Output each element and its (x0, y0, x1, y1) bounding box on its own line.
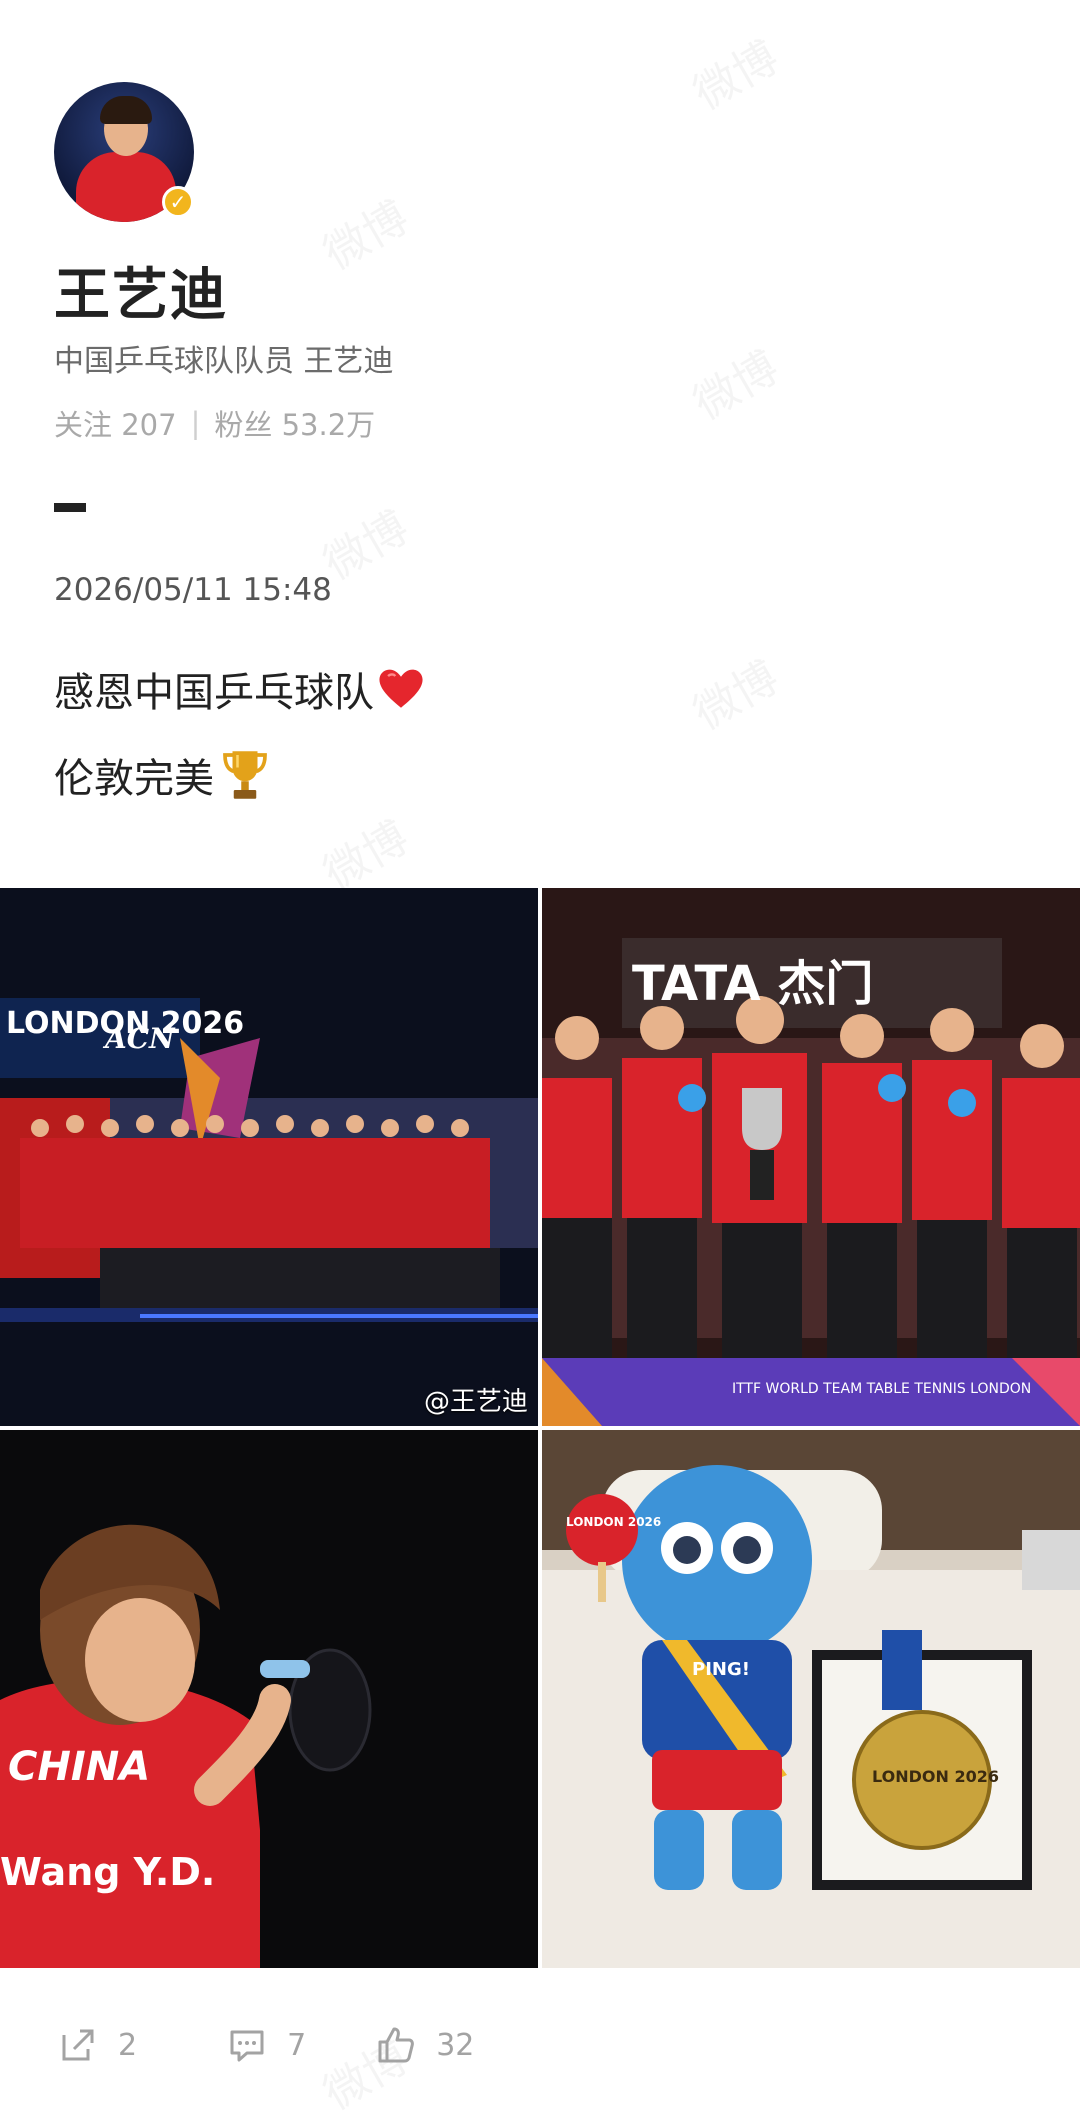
post-image-grid: LONDON 2026 ACN @王艺迪 TATA 杰门 ITTF WORLD … (0, 888, 1080, 1968)
profile-header: ✓ (54, 82, 194, 222)
watermark-text: 微博 (680, 642, 788, 741)
medal-text: LONDON 2026 (872, 1767, 999, 1786)
post-image-player-serve[interactable]: CHINA Wang Y.D. (0, 1430, 538, 1968)
comment-button[interactable]: 7 (227, 2025, 306, 2065)
watermark-text: 微博 (680, 22, 788, 121)
post-text: 感恩中国乒乓球队 (54, 670, 374, 716)
post-text-line1: 感恩中国乒乓球队 (54, 660, 424, 718)
comment-icon (230, 2030, 264, 2062)
share-icon (62, 2029, 94, 2061)
watermark-text: 微博 (310, 802, 418, 901)
watermark-text: 微博 (310, 182, 418, 281)
share-count: 2 (118, 2027, 138, 2063)
post-text: 伦敦完美 (54, 756, 214, 802)
photo-sponsor-text: ACN (102, 1022, 176, 1055)
paddle-text: LONDON 2026 (566, 1515, 661, 1529)
post-timestamp: 2026/05/11 15:48 (54, 572, 332, 608)
trophy-icon (223, 751, 267, 799)
share-button[interactable]: 2 (58, 2025, 137, 2065)
stats-divider: | (190, 406, 201, 440)
post-action-bar: 2 7 32 (0, 2010, 1080, 2080)
section-divider (54, 503, 86, 512)
watermark-text: 微博 (680, 332, 788, 431)
photo-banner-text: TATA 杰门 (632, 956, 873, 1012)
comment-count: 7 (287, 2027, 307, 2063)
thumbs-up-icon (378, 2027, 415, 2063)
following-count[interactable]: 关注 207 (54, 402, 177, 444)
jersey-text-name: Wang Y.D. (0, 1850, 215, 1894)
weibo-watermark-tag: @王艺迪 (423, 1387, 528, 1417)
red-heart-icon (379, 669, 423, 708)
user-bio: 中国乒乓球队队员 王艺迪 (54, 344, 394, 379)
photo-bottom-banner-text: ITTF WORLD TEAM TABLE TENNIS LONDON (732, 1381, 1031, 1397)
post-image-mascot-medal[interactable]: LONDON 2026 PING! LONDON 2026 (542, 1430, 1080, 1968)
jersey-text-country: CHINA (8, 1744, 150, 1790)
like-button[interactable]: 32 (376, 2025, 474, 2065)
post-image-trophy-ceremony[interactable]: TATA 杰门 ITTF WORLD TEAM TABLE TENNIS LON… (542, 888, 1080, 1426)
post-image-team-podium[interactable]: LONDON 2026 ACN @王艺迪 (0, 888, 538, 1426)
mascot-shirt-text: PING! (692, 1659, 750, 1680)
user-name[interactable]: 王艺迪 (54, 250, 228, 331)
follow-stats: 关注 207 | 粉丝 53.2万 (54, 402, 375, 444)
like-count: 32 (436, 2027, 475, 2063)
followers-count[interactable]: 粉丝 53.2万 (214, 402, 375, 444)
verified-badge-icon: ✓ (162, 186, 194, 218)
post-text-line2: 伦敦完美 (54, 746, 270, 804)
